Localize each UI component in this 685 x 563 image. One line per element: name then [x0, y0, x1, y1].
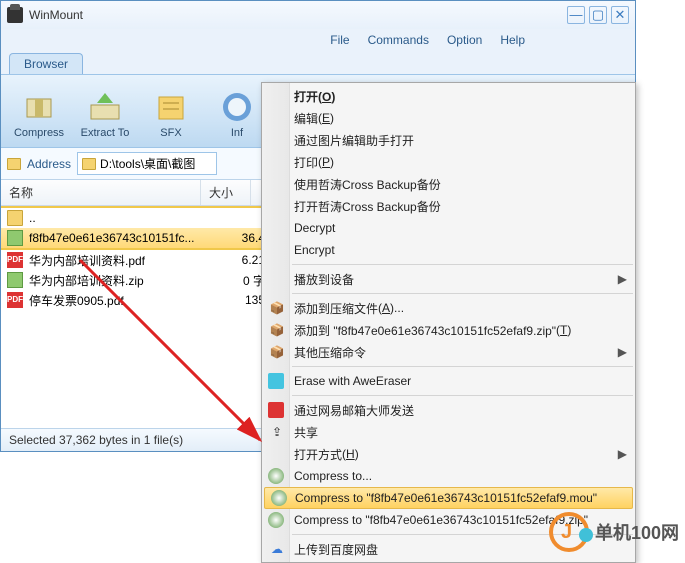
archive-icon: 📦 — [268, 299, 286, 317]
menu-file[interactable]: File — [330, 33, 349, 47]
ctx-other-compress[interactable]: 📦其他压缩命令▶ — [262, 341, 635, 363]
ctx-cross-open[interactable]: 打开哲涛Cross Backup备份 — [262, 195, 635, 217]
col-size[interactable]: 大小 — [201, 180, 251, 205]
pdf-icon: PDF — [7, 252, 23, 268]
maximize-button[interactable]: ▢ — [589, 6, 607, 24]
submenu-arrow-icon: ▶ — [618, 345, 627, 359]
tab-browser[interactable]: Browser — [9, 53, 83, 74]
menu-commands[interactable]: Commands — [368, 33, 429, 47]
col-name[interactable]: 名称 — [1, 180, 201, 205]
menubar: File Commands Option Help — [1, 29, 635, 53]
menu-help[interactable]: Help — [500, 33, 525, 47]
sfx-button[interactable]: SFX — [139, 79, 203, 143]
app-logo-icon — [7, 7, 23, 23]
ctx-open-with[interactable]: 打开方式(H)▶ — [262, 443, 635, 465]
mail-icon — [268, 402, 284, 418]
ctx-image-helper[interactable]: 通过图片编辑助手打开 — [262, 129, 635, 151]
submenu-arrow-icon: ▶ — [618, 272, 627, 286]
close-button[interactable]: ✕ — [611, 6, 629, 24]
ctx-compress-to[interactable]: Compress to... — [262, 465, 635, 487]
ctx-share[interactable]: ⇪共享 — [262, 421, 635, 443]
disc-icon — [271, 490, 287, 506]
ctx-compress-to-mou[interactable]: Compress to "f8fb47e0e61e36743c10151fc52… — [264, 487, 633, 509]
disc-icon — [268, 468, 284, 484]
folder-icon — [7, 210, 23, 226]
ctx-play[interactable]: 播放到设备▶ — [262, 268, 635, 290]
watermark-logo-icon: J — [549, 512, 589, 552]
watermark: J 单机100网 — [549, 512, 679, 552]
folder-up-icon[interactable] — [7, 158, 21, 170]
archive-icon: 📦 — [268, 321, 286, 339]
folder-icon — [82, 158, 96, 170]
share-icon: ⇪ — [268, 423, 286, 441]
ctx-decrypt[interactable]: Decrypt — [262, 217, 635, 239]
ctx-print[interactable]: 打印(P) — [262, 151, 635, 173]
menu-option[interactable]: Option — [447, 33, 482, 47]
cloud-icon: ☁ — [268, 540, 286, 558]
address-input[interactable]: D:\tools\桌面\截图 — [77, 152, 217, 175]
ctx-add-to-zip[interactable]: 📦添加到 "f8fb47e0e61e36743c10151fc52efaf9.z… — [262, 319, 635, 341]
disc-icon — [268, 512, 284, 528]
ctx-add-archive[interactable]: 📦添加到压缩文件(A)... — [262, 297, 635, 319]
minimize-button[interactable]: — — [567, 6, 585, 24]
pdf-icon: PDF — [7, 292, 23, 308]
ctx-netease[interactable]: 通过网易邮箱大师发送 — [262, 399, 635, 421]
compress-button[interactable]: Compress — [7, 79, 71, 143]
archive-icon: 📦 — [268, 343, 286, 361]
ctx-open[interactable]: 打开(O) — [262, 85, 635, 107]
address-label: Address — [27, 157, 71, 171]
context-menu: 打开(O) 编辑(E) 通过图片编辑助手打开 打印(P) 使用哲涛Cross B… — [261, 82, 636, 563]
ctx-cross-use[interactable]: 使用哲涛Cross Backup备份 — [262, 173, 635, 195]
archive-icon — [7, 272, 23, 288]
eraser-icon — [268, 373, 284, 389]
ctx-erase[interactable]: Erase with AweEraser — [262, 370, 635, 392]
app-title: WinMount — [29, 8, 83, 22]
ctx-edit[interactable]: 编辑(E) — [262, 107, 635, 129]
info-button[interactable]: Inf — [205, 79, 269, 143]
ctx-encrypt[interactable]: Encrypt — [262, 239, 635, 261]
titlebar: WinMount — ▢ ✕ — [1, 1, 635, 29]
submenu-arrow-icon: ▶ — [618, 447, 627, 461]
extract-button[interactable]: Extract To — [73, 79, 137, 143]
archive-icon — [7, 230, 23, 246]
